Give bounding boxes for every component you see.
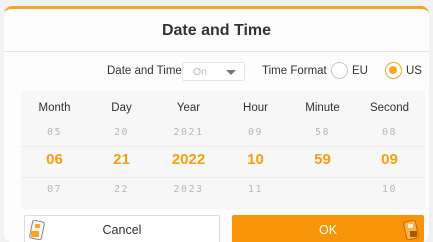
radio-us[interactable]	[385, 62, 402, 79]
next-value[interactable]: 10	[356, 184, 423, 195]
selected-value[interactable]: 59	[289, 151, 356, 168]
column-header: Year	[176, 102, 201, 114]
picker-column-minute[interactable]: Minute 58 59	[289, 91, 356, 209]
ok-button[interactable]: OK	[232, 215, 424, 242]
date-time-dialog: Date and Time Date and Time On Time Form…	[4, 6, 429, 242]
selected-value[interactable]: 10	[222, 151, 289, 168]
radio-eu-label[interactable]: EU	[352, 65, 368, 77]
radio-eu[interactable]	[331, 62, 348, 79]
cancel-button[interactable]: Cancel	[24, 215, 220, 242]
column-header: Day	[111, 102, 132, 114]
dialog-title: Date and Time	[161, 22, 272, 39]
date-and-time-label: Date and Time	[107, 65, 182, 77]
column-header: Month	[38, 102, 71, 114]
next-value[interactable]: 22	[88, 184, 155, 195]
cancel-device-icon	[29, 219, 45, 241]
picker-column-month[interactable]: Month 05 06 07	[21, 91, 88, 209]
date-and-time-select[interactable]: On	[182, 62, 245, 81]
column-header: Hour	[243, 102, 268, 114]
picker-column-second[interactable]: Second 08 09 10	[356, 91, 423, 209]
column-header: Second	[369, 102, 409, 114]
selected-value[interactable]: 21	[88, 151, 155, 168]
date-time-picker: Month 05 06 07 Day 20 21 22 Year 2021 20…	[21, 91, 425, 209]
settings-row: Date and Time On Time Format EU US	[4, 61, 429, 83]
picker-column-hour[interactable]: Hour 09 10 11	[222, 91, 289, 209]
next-value[interactable]: 07	[21, 184, 88, 195]
previous-value[interactable]: 20	[88, 127, 155, 138]
previous-value[interactable]: 09	[222, 127, 289, 138]
previous-value[interactable]: 58	[289, 127, 356, 138]
previous-value[interactable]: 2021	[155, 127, 222, 138]
selected-value[interactable]: 09	[356, 151, 423, 168]
selected-value[interactable]: 06	[21, 151, 88, 168]
previous-value[interactable]: 05	[21, 127, 88, 138]
date-and-time-select-value: On	[193, 66, 208, 78]
chevron-down-icon	[226, 70, 236, 75]
time-format-label: Time Format	[262, 65, 327, 77]
column-header: Minute	[305, 102, 340, 114]
ok-device-icon	[403, 219, 419, 241]
ok-button-label: OK	[318, 223, 338, 237]
next-value[interactable]: 2023	[155, 184, 222, 195]
next-value[interactable]: 11	[222, 184, 289, 195]
picker-column-year[interactable]: Year 2021 2022 2023	[155, 91, 222, 209]
title-divider	[4, 51, 429, 52]
cancel-button-label: Cancel	[102, 223, 142, 237]
selected-value[interactable]: 2022	[155, 151, 222, 168]
picker-column-day[interactable]: Day 20 21 22	[88, 91, 155, 209]
radio-us-label[interactable]: US	[406, 65, 422, 77]
previous-value[interactable]: 08	[356, 127, 423, 138]
